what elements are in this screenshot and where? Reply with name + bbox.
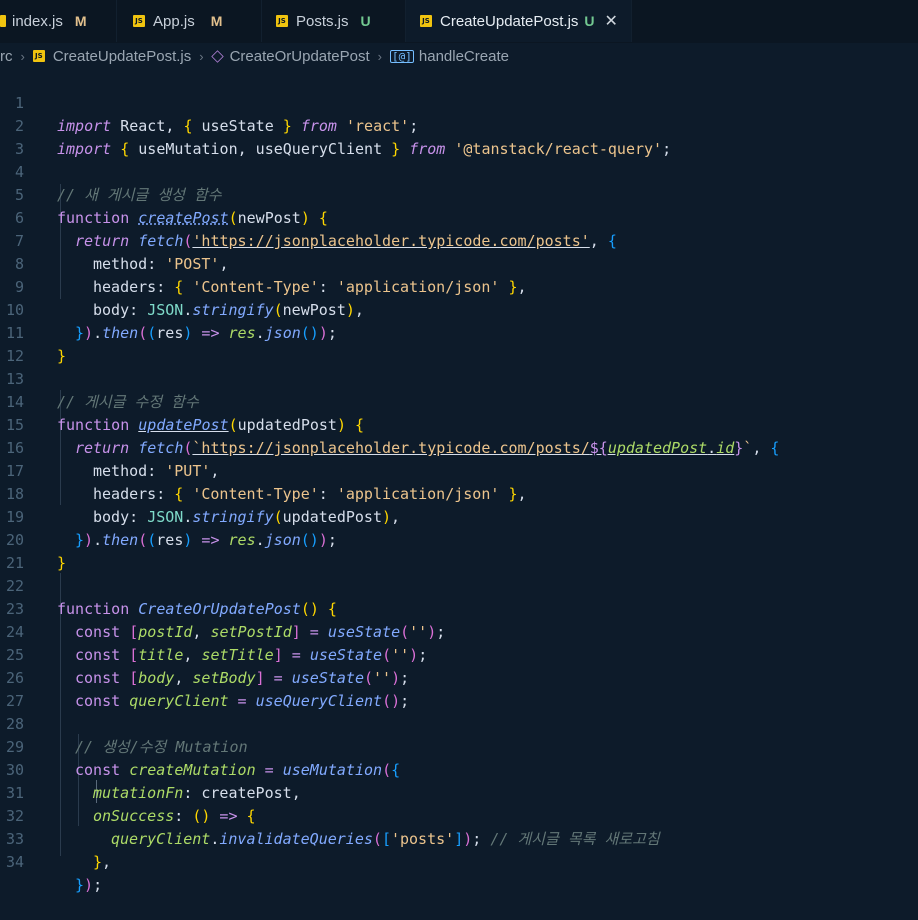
code-line: 23 const [postId, setPostId] = useState(… <box>0 575 918 641</box>
tab-label: index.js <box>12 12 63 30</box>
code-line: 19 }).then((res) => res.json()); <box>0 483 918 549</box>
breadcrumb-component[interactable]: CreateOrUpdatePost <box>210 47 370 65</box>
javascript-file-icon: JS <box>276 15 288 27</box>
breadcrumb: rc › JS CreateUpdatePost.js › CreateOrUp… <box>0 43 918 69</box>
breadcrumb-folder[interactable]: rc <box>0 48 13 65</box>
code-line: 11 } <box>0 299 918 365</box>
code-line: 25 const [body, setBody] = useState(''); <box>0 621 918 687</box>
tab-label: App.js <box>153 12 195 30</box>
tab-index-js[interactable]: index.js M <box>0 0 117 42</box>
code-line: 14 function updatePost(updatedPost) { <box>0 368 918 434</box>
variable-icon: [@] <box>390 49 414 63</box>
tab-status-badge: M <box>74 13 87 29</box>
code-line: 32 queryClient.invalidateQueries(['posts… <box>0 782 918 848</box>
code-line: 26 const queryClient = useQueryClient(); <box>0 644 918 710</box>
close-icon[interactable]: ✕ <box>605 11 618 31</box>
code-line: 3 <box>0 115 918 158</box>
code-line: 33 }, <box>0 805 918 871</box>
tab-createupdatepost-js[interactable]: JS CreateUpdatePost.js U ✕ <box>406 0 632 42</box>
breadcrumb-file[interactable]: JS CreateUpdatePost.js <box>32 47 192 65</box>
code-line: 10 }).then((res) => res.json()); <box>0 276 918 342</box>
javascript-file-icon: JS <box>133 15 145 27</box>
code-line: 4 // 새 게시글 생성 함수 <box>0 138 918 204</box>
code-line: 7 method: 'POST', <box>0 207 918 273</box>
code-line: 2 import { useMutation, useQueryClient }… <box>0 92 918 158</box>
code-line: 29 const createMutation = useMutation({ <box>0 713 918 779</box>
code-line: 30 mutationFn: createPost, <box>0 736 918 802</box>
chevron-right-icon: › <box>20 48 25 64</box>
code-line: 13 // 게시글 수정 함수 <box>0 345 918 411</box>
code-line: 6 return fetch('https://jsonplaceholder.… <box>0 184 918 250</box>
code-line: 34 }); <box>0 828 918 894</box>
code-line: 12 <box>0 322 918 365</box>
tab-status-badge: U <box>360 13 371 29</box>
code-line: 21 <box>0 529 918 572</box>
code-line: 27 <box>0 667 918 710</box>
code-line: 24 const [title, setTitle] = useState(''… <box>0 598 918 664</box>
editor-tab-bar: index.js M JS App.js M JS Posts.js U JS … <box>0 0 918 43</box>
code-line: 5 function createPost(newPost) { <box>0 161 918 227</box>
code-editor[interactable]: 1 import React, { useState } from 'react… <box>0 69 918 894</box>
line-number: 34 <box>5 853 24 871</box>
chevron-right-icon: › <box>199 48 204 64</box>
javascript-file-icon: JS <box>420 15 432 27</box>
tab-status-badge: U <box>584 13 595 29</box>
code-line: 17 headers: { 'Content-Type': 'applicati… <box>0 437 918 503</box>
code-line: 20 } <box>0 506 918 572</box>
tab-app-js[interactable]: JS App.js M <box>117 0 262 42</box>
tab-posts-js[interactable]: JS Posts.js U <box>262 0 406 42</box>
tab-status-badge: M <box>210 13 223 29</box>
javascript-file-icon: JS <box>32 50 45 62</box>
code-line: 9 body: JSON.stringify(newPost), <box>0 253 918 319</box>
tab-label: CreateUpdatePost.js <box>440 12 579 30</box>
breadcrumb-component-label: CreateOrUpdatePost <box>229 47 370 65</box>
code-line: 22 function CreateOrUpdatePost() { <box>0 552 918 618</box>
code-line: 1 import React, { useState } from 'react… <box>0 69 918 135</box>
javascript-file-icon <box>0 15 6 27</box>
breadcrumb-symbol[interactable]: [@] handleCreate <box>390 48 509 65</box>
breadcrumb-file-label: CreateUpdatePost.js <box>52 47 192 65</box>
code-line: 18 body: JSON.stringify(updatedPost), <box>0 460 918 526</box>
cube-icon <box>210 49 224 63</box>
tab-label: Posts.js <box>296 12 349 30</box>
code-line: 31 onSuccess: () => { <box>0 759 918 825</box>
code-line: 15 return fetch(`https://jsonplaceholder… <box>0 391 918 457</box>
code-line: 16 method: 'PUT', <box>0 414 918 480</box>
chevron-right-icon: › <box>377 48 383 64</box>
code-line: 28 // 생성/수정 Mutation <box>0 690 918 756</box>
code-line: 8 headers: { 'Content-Type': 'applicatio… <box>0 230 918 296</box>
breadcrumb-symbol-label: handleCreate <box>418 47 509 65</box>
